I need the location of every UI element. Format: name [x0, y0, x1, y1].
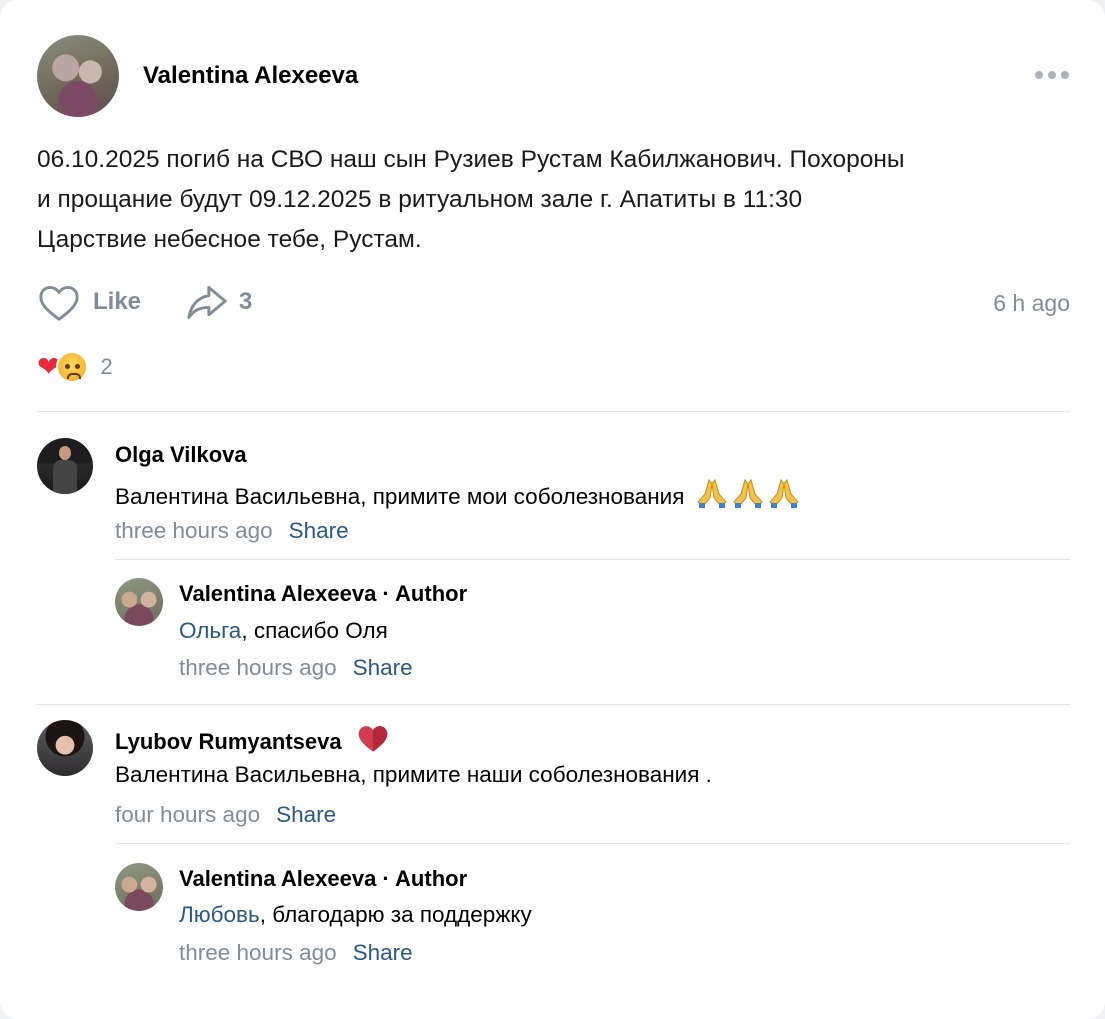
reaction-count: 2 [100, 354, 113, 379]
comment-text: Валентина Васильевна, примите мои соболе… [115, 478, 805, 514]
post-timestamp[interactable]: 6 h ago [993, 290, 1070, 317]
post-text-line: Царствие небесное тебе, Рустам. [37, 226, 422, 253]
reply-text-body: , спасибо Оля [241, 618, 388, 643]
more-options-icon[interactable] [1035, 60, 1069, 90]
reply-mention-link[interactable]: Любовь [179, 902, 260, 927]
reply-author-avatar[interactable] [115, 863, 163, 911]
share-arrow-icon [187, 286, 227, 319]
crying-face-reaction-icon [56, 351, 89, 383]
divider [115, 843, 1070, 844]
reply-timestamp[interactable]: three hours ago [179, 940, 337, 965]
reply-author-name[interactable]: Valentina Alexeeva · Author [179, 866, 467, 892]
comment-meta: three hours ago Share [115, 518, 349, 544]
praying-hands-icon [695, 478, 805, 514]
like-label: Like [93, 288, 142, 315]
reply-share-link[interactable]: Share [353, 940, 413, 965]
heart-outline-icon [39, 286, 79, 321]
post-author-avatar[interactable] [37, 35, 119, 117]
comment-meta: four hours ago Share [115, 802, 336, 828]
comment: Lyubov Rumyantseva Валентина Васильевна,… [37, 720, 1070, 840]
comment-timestamp[interactable]: four hours ago [115, 802, 260, 827]
post-text: 06.10.2025 погиб на СВО наш сын Рузиев Р… [37, 140, 1067, 260]
reactions-summary[interactable]: ❤ 2 [37, 350, 113, 384]
comment-author-avatar[interactable] [37, 438, 93, 494]
reply-text: Ольга, спасибо Оля [179, 618, 388, 644]
comment-text-body: Валентина Васильевна, примите мои соболе… [115, 484, 685, 509]
comment-share-link[interactable]: Share [289, 518, 349, 543]
reply-meta: three hours ago Share [179, 940, 413, 966]
reply-author-avatar[interactable] [115, 578, 163, 626]
post-card: Valentina Alexeeva 06.10.2025 погиб на С… [0, 0, 1105, 1019]
reply-meta: three hours ago Share [179, 655, 413, 681]
comment-author-name-row: Lyubov Rumyantseva [115, 723, 390, 759]
post-header: Valentina Alexeeva [37, 35, 358, 117]
comment-reply: Valentina Alexeeva · Author Ольга, спаси… [115, 578, 1070, 688]
reply-author-name[interactable]: Valentina Alexeeva · Author [179, 581, 467, 607]
share-count: 3 [239, 288, 253, 315]
comment-author-name[interactable]: Olga Vilkova [115, 442, 247, 468]
post-author-name[interactable]: Valentina Alexeeva [143, 62, 358, 90]
post-text-line: и прощание будут 09.12.2025 в ритуальном… [37, 186, 803, 213]
comment-author-avatar[interactable] [37, 720, 93, 776]
comment-text: Валентина Васильевна, примите наши собол… [115, 762, 712, 787]
divider [115, 559, 1070, 560]
like-button[interactable]: Like [37, 282, 141, 322]
reply-text-body: , благодарю за поддержку [259, 902, 532, 927]
post-actions: Like 3 6 h ago [37, 282, 1070, 324]
comment-author-name[interactable]: Lyubov Rumyantseva [115, 729, 342, 754]
post-text-line: 06.10.2025 погиб на СВО наш сын Рузиев Р… [37, 146, 905, 173]
divider [37, 411, 1070, 412]
divider [37, 704, 1070, 705]
comment-timestamp[interactable]: three hours ago [115, 518, 273, 543]
comment-share-link[interactable]: Share [276, 802, 336, 827]
reply-timestamp[interactable]: three hours ago [179, 655, 337, 680]
heart-badge-icon [356, 723, 390, 759]
reply-share-link[interactable]: Share [353, 655, 413, 680]
comment: Olga Vilkova Валентина Васильевна, прими… [37, 438, 1070, 558]
reply-mention-link[interactable]: Ольга [179, 618, 241, 643]
reply-text: Любовь, благодарю за поддержку [179, 902, 532, 928]
share-button[interactable]: 3 [185, 282, 252, 322]
comment-reply: Valentina Alexeeva · Author Любовь, благ… [115, 863, 1070, 973]
